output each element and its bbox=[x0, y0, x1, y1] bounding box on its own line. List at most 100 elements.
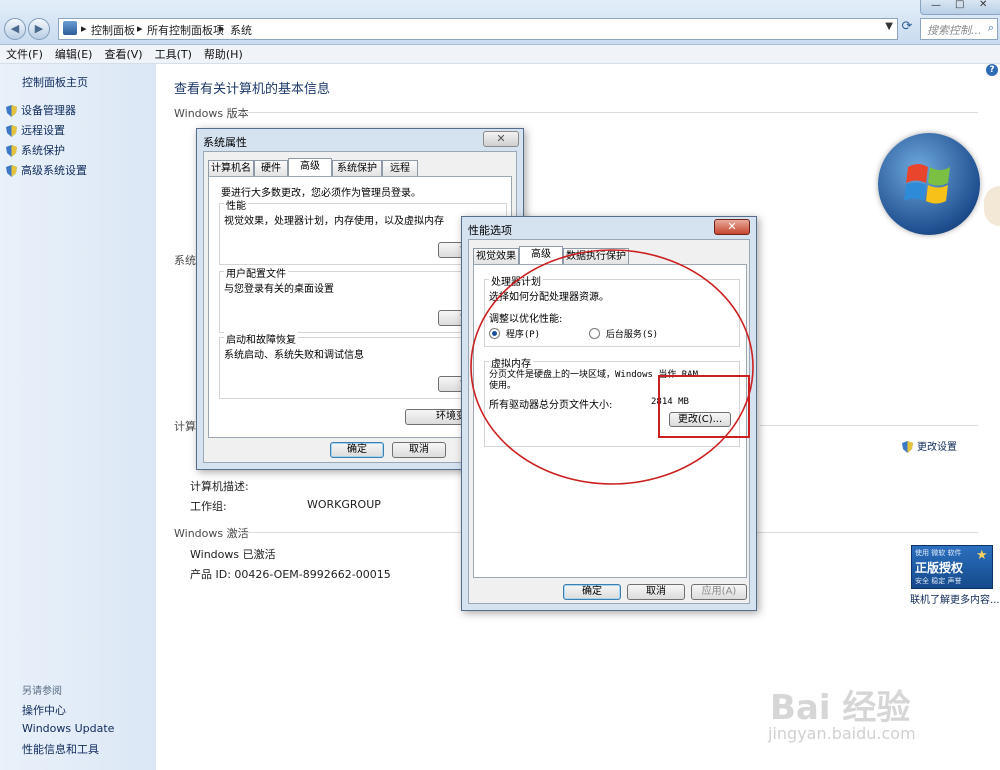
section-divider bbox=[238, 112, 978, 113]
shield-icon bbox=[902, 440, 913, 453]
tab-panel-advanced: 处理器计划 选择如何分配处理器资源。 调整以优化性能: 程序(P) 后台服务(S… bbox=[473, 264, 747, 578]
page-title: 查看有关计算机的基本信息 bbox=[174, 82, 331, 97]
tab-computer-name[interactable]: 计算机名 bbox=[208, 160, 254, 176]
user-profile-desc: 与您登录有关的桌面设置 bbox=[224, 284, 334, 295]
tab-remote[interactable]: 远程 bbox=[382, 160, 418, 176]
menu-bar: 文件(F) 编辑(E) 查看(V) 工具(T) 帮助(H) bbox=[0, 45, 1000, 64]
see-also-action-center[interactable]: 操作中心 bbox=[22, 702, 66, 718]
breadcrumb-system[interactable]: 系统 bbox=[230, 22, 252, 38]
menu-help[interactable]: 帮助(H) bbox=[198, 45, 249, 63]
processor-scheduling-group: 处理器计划 选择如何分配处理器资源。 调整以优化性能: 程序(P) 后台服务(S… bbox=[484, 273, 740, 347]
breadcrumb-all-items[interactable]: 所有控制面板项 bbox=[147, 22, 224, 38]
dialog-body: 视觉效果 高级 数据执行保护 处理器计划 选择如何分配处理器资源。 调整以优化性… bbox=[468, 239, 750, 604]
sidebar-item-advanced-settings[interactable]: 高级系统设置 bbox=[6, 162, 87, 178]
radio-programs-label: 程序(P) bbox=[505, 330, 541, 340]
sidebar-item-system-protection[interactable]: 系统保护 bbox=[6, 142, 65, 158]
computer-description-label: 计算机描述: bbox=[190, 480, 249, 493]
menu-edit[interactable]: 编辑(E) bbox=[49, 45, 99, 63]
user-profile-group-label: 用户配置文件 bbox=[224, 265, 288, 280]
apply-button[interactable]: 应用(A) bbox=[691, 584, 747, 600]
partial-logo-decoration bbox=[984, 186, 1000, 226]
virtual-memory-desc: 分页文件是硬盘上的一块区域，Windows 当作 RAM 使用。 bbox=[489, 370, 699, 391]
see-also-windows-update[interactable]: Windows Update bbox=[22, 722, 114, 735]
radio-background-label: 后台服务(S) bbox=[605, 330, 659, 340]
cancel-button[interactable]: 取消 bbox=[627, 584, 685, 600]
dropdown-arrow-icon[interactable]: ▼ bbox=[885, 21, 893, 32]
breadcrumb-separator-icon: ▸ bbox=[219, 22, 225, 35]
sidebar-item-remote-settings[interactable]: 远程设置 bbox=[6, 122, 65, 138]
close-icon[interactable]: ✕ bbox=[979, 0, 987, 10]
back-button[interactable]: ◀ bbox=[4, 18, 26, 40]
shield-icon bbox=[6, 144, 17, 157]
genuine-software-badge[interactable]: 使用 微软 软件 正版授权 安全 稳定 声誉 ★ bbox=[911, 545, 993, 589]
workgroup-value: WORKGROUP bbox=[307, 498, 381, 511]
tab-visual-effects[interactable]: 视觉效果 bbox=[473, 248, 519, 264]
maximize-icon[interactable]: □ bbox=[955, 0, 964, 10]
see-also-header: 另请参阅 bbox=[22, 686, 62, 697]
tab-advanced[interactable]: 高级 bbox=[519, 246, 563, 264]
processor-scheduling-label: 处理器计划 bbox=[489, 273, 543, 288]
optimize-label: 调整以优化性能: bbox=[489, 314, 563, 325]
genuine-learn-more-link[interactable]: 联机了解更多内容... bbox=[910, 591, 1000, 606]
edition-section-header: Windows 版本 bbox=[174, 107, 249, 120]
star-icon: ★ bbox=[976, 548, 988, 563]
breadcrumb-separator-icon: ▸ bbox=[137, 22, 143, 35]
startup-recovery-desc: 系统启动、系统失败和调试信息 bbox=[224, 350, 364, 361]
sidebar-item-device-manager[interactable]: 设备管理器 bbox=[6, 102, 76, 118]
paging-total-value: 2814 MB bbox=[651, 397, 689, 407]
help-icon[interactable]: ? bbox=[986, 64, 998, 76]
forward-button[interactable]: ▶ bbox=[28, 18, 50, 40]
shield-icon bbox=[6, 104, 17, 117]
menu-file[interactable]: 文件(F) bbox=[0, 45, 49, 63]
change-settings-link[interactable]: 更改设置 bbox=[902, 438, 957, 453]
search-input[interactable]: 搜索控制... ⌕ bbox=[920, 18, 998, 40]
product-id: 产品 ID: 00426-OEM-8992662-00015 bbox=[190, 568, 391, 581]
window-controls: — □ ✕ bbox=[920, 0, 1000, 15]
activation-status: Windows 已激活 bbox=[190, 548, 276, 561]
sidebar: 控制面板主页 设备管理器 远程设置 系统保护 高级系统设置 另请参阅 操作中心 … bbox=[0, 64, 156, 770]
minimize-icon[interactable]: — bbox=[931, 0, 941, 11]
admin-note: 要进行大多数更改，您必须作为管理员登录。 bbox=[221, 188, 421, 199]
change-virtual-memory-button[interactable]: 更改(C)... bbox=[669, 412, 731, 427]
control-panel-icon bbox=[63, 21, 77, 35]
refresh-icon[interactable]: ⟳ bbox=[898, 19, 916, 37]
sidebar-item-label: 设备管理器 bbox=[21, 104, 76, 117]
paging-total-label: 所有驱动器总分页文件大小: bbox=[489, 400, 613, 411]
cancel-button[interactable]: 取消 bbox=[392, 442, 446, 458]
watermark-brand: Bai 经验 bbox=[770, 688, 911, 728]
ok-button[interactable]: 确定 bbox=[563, 584, 621, 600]
see-also-performance-tools[interactable]: 性能信息和工具 bbox=[22, 741, 99, 757]
section-divider bbox=[760, 425, 978, 426]
badge-line3: 安全 稳定 声誉 bbox=[915, 577, 962, 585]
ok-button[interactable]: 确定 bbox=[330, 442, 384, 458]
windows-logo-icon bbox=[878, 133, 980, 235]
address-bar[interactable]: ▸ 控制面板 ▸ 所有控制面板项 ▸ 系统 ▼ bbox=[58, 18, 898, 40]
close-icon[interactable]: ✕ bbox=[483, 131, 519, 147]
sidebar-item-label: 远程设置 bbox=[21, 124, 65, 137]
breadcrumb-control-panel[interactable]: 控制面板 bbox=[91, 22, 135, 38]
breadcrumb-separator-icon: ▸ bbox=[81, 22, 87, 35]
badge-line1: 使用 微软 软件 bbox=[915, 549, 962, 557]
processor-scheduling-desc: 选择如何分配处理器资源。 bbox=[489, 292, 609, 303]
sidebar-item-label: 系统保护 bbox=[21, 144, 65, 157]
radio-selected-icon bbox=[489, 328, 500, 339]
address-toolbar: ◀ ▶ ▸ 控制面板 ▸ 所有控制面板项 ▸ 系统 ▼ ⟳ 搜索控制... ⌕ … bbox=[0, 0, 1000, 45]
tab-hardware[interactable]: 硬件 bbox=[254, 160, 288, 176]
radio-programs[interactable]: 程序(P) bbox=[489, 326, 540, 340]
close-icon[interactable]: ✕ bbox=[714, 219, 750, 235]
tab-dep[interactable]: 数据执行保护 bbox=[563, 248, 629, 264]
virtual-memory-label: 虚拟内存 bbox=[489, 355, 533, 370]
tab-system-protection[interactable]: 系统保护 bbox=[332, 160, 382, 176]
tab-advanced[interactable]: 高级 bbox=[288, 158, 332, 176]
sidebar-home-link[interactable]: 控制面板主页 bbox=[22, 74, 88, 90]
change-settings-label: 更改设置 bbox=[917, 442, 957, 453]
search-icon[interactable]: ⌕ bbox=[988, 21, 994, 35]
menu-view[interactable]: 查看(V) bbox=[98, 45, 148, 63]
performance-desc: 视觉效果，处理器计划，内存使用，以及虚拟内存 bbox=[224, 216, 444, 227]
radio-background-services[interactable]: 后台服务(S) bbox=[589, 326, 658, 340]
menu-tools[interactable]: 工具(T) bbox=[149, 45, 198, 63]
activation-section-header: Windows 激活 bbox=[174, 527, 249, 540]
computer-section-header: 计算 bbox=[174, 420, 196, 433]
virtual-memory-group: 虚拟内存 分页文件是硬盘上的一块区域，Windows 当作 RAM 使用。 所有… bbox=[484, 355, 740, 447]
performance-options-dialog: 性能选项 ✕ 视觉效果 高级 数据执行保护 处理器计划 选择如何分配处理器资源。… bbox=[461, 216, 757, 611]
